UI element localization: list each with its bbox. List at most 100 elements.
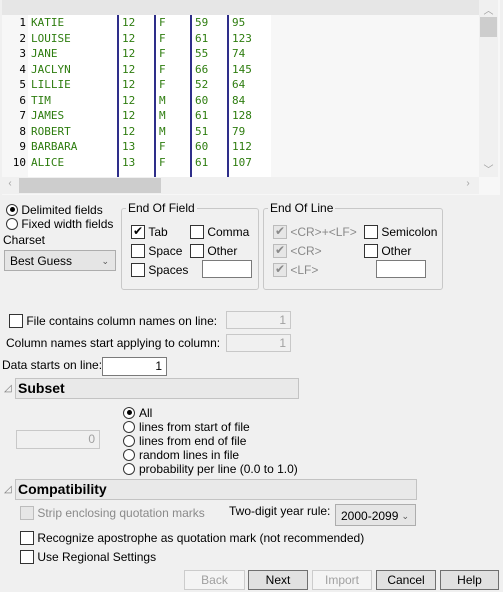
line-other-checkbox[interactable]: [364, 243, 378, 258]
subset-radio[interactable]: [123, 462, 135, 475]
preview-cell: 12: [117, 123, 154, 139]
subset-radio[interactable]: [123, 448, 135, 461]
apostrophe-checkbox[interactable]: [20, 530, 34, 545]
preview-cell: 128: [227, 108, 271, 124]
vertical-scrollbar[interactable]: ︿ ﹀: [479, 0, 498, 177]
preview-row: JAMES 12 M 61 128: [28, 108, 271, 124]
space-option[interactable]: Space: [131, 243, 182, 258]
spaces-option[interactable]: Spaces: [131, 262, 188, 277]
tab-option[interactable]: Tab: [131, 224, 168, 239]
preview-body: 1 2 3 4 5 6 7 8 9 10 KATIE 12 F 59 95 LOUISE 1…: [2, 15, 479, 177]
fixed-width-radio[interactable]: [6, 217, 18, 230]
collapse-triangle-icon[interactable]: ◿: [4, 383, 12, 394]
fixed-width-option[interactable]: Fixed width fields: [6, 216, 113, 231]
subset-radio[interactable]: [123, 406, 135, 419]
preview-cell: 52: [190, 77, 227, 93]
horizontal-scroll-thumb[interactable]: [19, 178, 161, 193]
preview-cell: F: [154, 139, 190, 155]
column-names-option[interactable]: File contains column names on line:: [9, 313, 217, 328]
subset-options: All lines from start of file lines from en…: [123, 405, 298, 476]
strip-quotes-checkbox: [20, 505, 34, 520]
semicolon-option[interactable]: Semicolon: [364, 224, 437, 239]
subset-option[interactable]: lines from start of file: [123, 419, 298, 434]
preview-cell: LOUISE: [31, 31, 71, 45]
subset-radio[interactable]: [123, 434, 135, 447]
preview-row-filler: [28, 170, 271, 177]
preview-cell: ALICE: [31, 155, 65, 169]
comma-option[interactable]: Comma: [190, 224, 249, 239]
back-button[interactable]: Back: [184, 570, 245, 590]
cr-label: <CR>: [290, 243, 322, 258]
preview-cell: 12: [117, 30, 154, 46]
delimited-fields-option[interactable]: Delimited fields: [6, 202, 103, 217]
preview-cell: 12: [117, 108, 154, 124]
subset-option[interactable]: random lines in file: [123, 447, 298, 462]
subset-section-header[interactable]: Subset: [15, 378, 299, 399]
import-button[interactable]: Import: [312, 570, 372, 590]
regional-settings-checkbox[interactable]: [20, 549, 34, 564]
preview-cell: 64: [227, 77, 271, 93]
preview-cell-filler: [117, 170, 154, 177]
data-starts-input[interactable]: 1: [102, 357, 167, 376]
preview-cell: 55: [190, 46, 227, 62]
subset-option-label: lines from end of file: [139, 433, 247, 448]
column-names-checkbox[interactable]: [9, 313, 23, 328]
semicolon-checkbox[interactable]: [364, 224, 378, 239]
chevron-down-icon: ⌄: [101, 256, 109, 266]
horizontal-scrollbar[interactable]: ‹ ›: [2, 177, 479, 194]
regional-settings-label: Use Regional Settings: [37, 549, 157, 564]
field-other-option[interactable]: Other: [190, 243, 237, 258]
subset-count-input: 0: [16, 430, 100, 449]
delimited-radio[interactable]: [6, 203, 18, 216]
apostrophe-option[interactable]: Recognize apostrophe as quotation mark (…: [20, 530, 364, 545]
preview-cell: F: [154, 15, 190, 31]
space-checkbox[interactable]: [131, 243, 145, 258]
next-button[interactable]: Next: [248, 570, 308, 590]
preview-cell: F: [154, 61, 190, 77]
cancel-button[interactable]: Cancel: [376, 570, 436, 590]
year-rule-select[interactable]: 2000-2099 ⌄: [335, 504, 416, 526]
crlf-option: <CR>+<LF>: [273, 224, 357, 239]
preview-row: JACLYN 12 F 66 145: [28, 61, 271, 77]
lf-label: <LF>: [290, 262, 319, 277]
line-other-label: Other: [381, 243, 412, 258]
scroll-left-icon[interactable]: ‹: [4, 178, 16, 189]
regional-settings-option[interactable]: Use Regional Settings: [20, 549, 156, 564]
preview-row: TIM 12 M 60 84: [28, 92, 271, 108]
row-number: 8: [19, 124, 26, 138]
subset-option[interactable]: probability per line (0.0 to 1.0): [123, 461, 298, 476]
compatibility-section-header[interactable]: Compatibility: [15, 479, 417, 500]
subset-radio[interactable]: [123, 420, 135, 433]
subset-option[interactable]: All: [123, 405, 298, 420]
end-of-field-title: End Of Field: [126, 201, 197, 215]
scroll-down-icon[interactable]: ﹀: [480, 161, 497, 176]
tab-checkbox[interactable]: [131, 224, 145, 239]
preview-row: BARBARA 13 F 60 112: [28, 139, 271, 155]
chevron-down-icon: ⌄: [401, 511, 409, 521]
preview-cell: ROBERT: [31, 124, 71, 138]
preview-cell: 12: [117, 46, 154, 62]
file-preview-pane: 1 2 3 4 5 6 7 8 9 10 KATIE 12 F 59 95 LOUISE 1…: [2, 0, 500, 195]
preview-cell: 12: [117, 61, 154, 77]
row-number: 3: [19, 47, 26, 60]
help-button[interactable]: Help: [440, 570, 499, 590]
charset-select[interactable]: Best Guess ⌄: [4, 250, 116, 271]
comma-checkbox[interactable]: [190, 224, 204, 239]
collapse-triangle-icon[interactable]: ◿: [4, 484, 12, 495]
preview-row: KATIE 12 F 59 95: [28, 15, 271, 31]
vertical-scroll-thumb[interactable]: [480, 17, 497, 37]
row-number: 10: [12, 155, 26, 169]
row-number: 4: [19, 62, 26, 76]
apostrophe-label: Recognize apostrophe as quotation mark (…: [37, 530, 365, 545]
scroll-right-icon[interactable]: ›: [462, 178, 474, 189]
subset-option[interactable]: lines from end of file: [123, 433, 298, 448]
spaces-checkbox[interactable]: [131, 262, 145, 277]
field-other-checkbox[interactable]: [190, 243, 204, 258]
line-other-input[interactable]: [376, 260, 426, 278]
semicolon-label: Semicolon: [381, 224, 438, 239]
preview-cell: 12: [117, 92, 154, 108]
line-other-option[interactable]: Other: [364, 243, 411, 258]
preview-cell: 12: [117, 15, 154, 31]
scroll-up-icon[interactable]: ︿: [480, 2, 497, 17]
field-other-input[interactable]: [202, 260, 252, 278]
